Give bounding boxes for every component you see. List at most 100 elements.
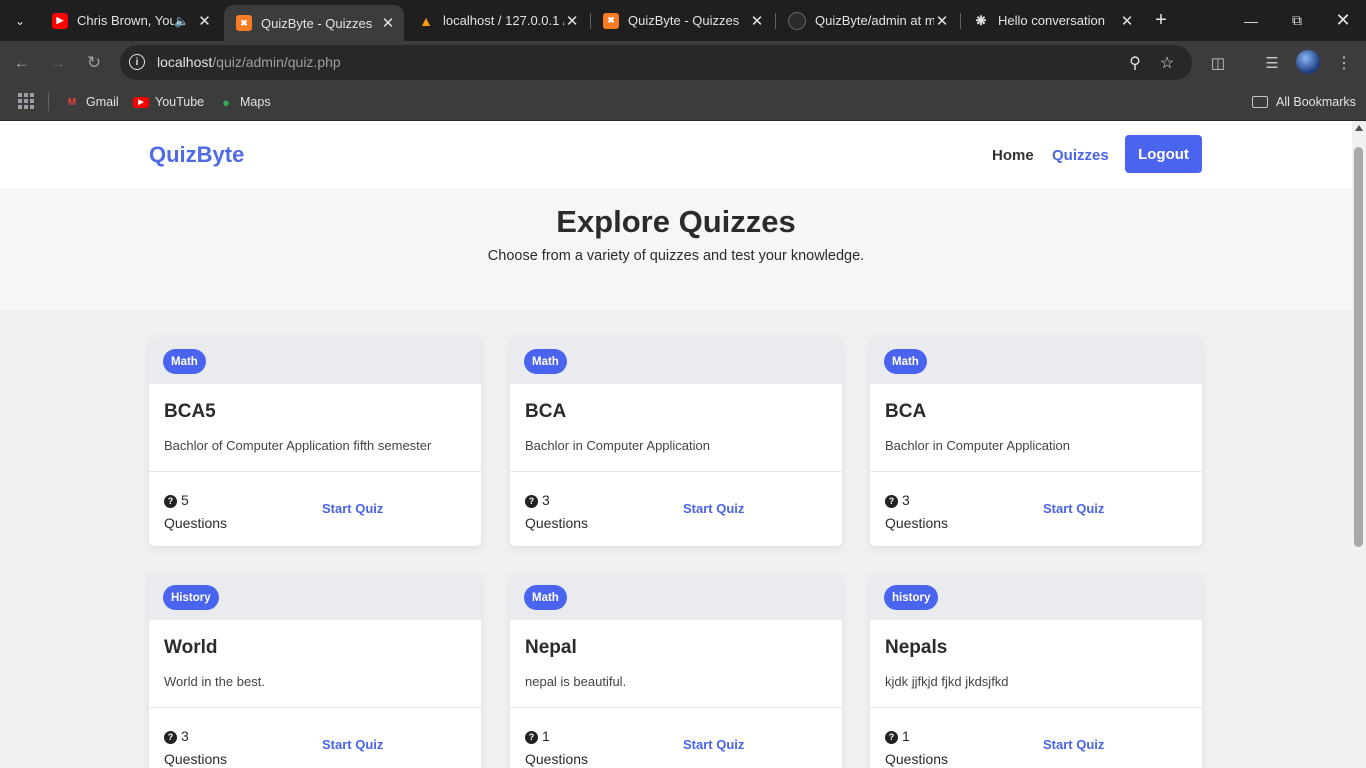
profile-avatar[interactable] [1296, 50, 1320, 74]
extensions-icon[interactable]: ◫ [1206, 51, 1230, 75]
site-info-icon[interactable]: i [129, 54, 145, 70]
openai-icon: ❋ [975, 12, 987, 28]
start-quiz-link[interactable]: Start Quiz [322, 501, 383, 516]
nav-quizzes-link[interactable]: Quizzes [1052, 147, 1109, 164]
back-button[interactable]: ← [10, 51, 34, 75]
question-count: ? 1 Questions [525, 725, 588, 768]
all-bookmarks-button[interactable]: All Bookmarks [1252, 92, 1356, 112]
quiz-description: Bachlor in Computer Application [525, 438, 710, 453]
page-viewport: QuizByte Home Quizzes Logout Explore Qui… [0, 121, 1352, 768]
quiz-description: Bachlor of Computer Application fifth se… [164, 438, 432, 453]
address-bar[interactable]: i localhost/quiz/admin/quiz.php ⚲ ☆ [120, 45, 1192, 80]
zoom-icon[interactable]: ⚲ [1124, 52, 1146, 74]
question-count: ? 3 Questions [525, 489, 588, 535]
questions-label: Questions [525, 515, 589, 531]
question-count: ? 1 Questions [885, 725, 948, 768]
question-count: ? 3 Questions [885, 489, 948, 535]
quiz-card: Math BCA Bachlor in Computer Application… [510, 338, 842, 546]
reload-button[interactable]: ↻ [82, 51, 106, 75]
category-badge: Math [884, 349, 927, 374]
gmail-icon: M [67, 96, 77, 108]
question-count: ? 5 Questions [164, 489, 227, 535]
new-tab-button[interactable]: + [1150, 9, 1172, 31]
nav-home-link[interactable]: Home [992, 147, 1034, 164]
scroll-thumb[interactable] [1354, 147, 1363, 547]
quiz-card: history Nepals kjdk jjfkjd fjkd jkdsjfkd… [870, 574, 1202, 768]
tab-label: QuizByte/admin at m [815, 13, 935, 28]
close-icon[interactable]: ✕ [1119, 12, 1135, 30]
url-host: localhost [157, 54, 213, 70]
quiz-title: BCA [885, 401, 927, 422]
card-header: Math [510, 574, 842, 620]
bookmark-maps[interactable]: ● Maps [218, 92, 271, 112]
minimize-button[interactable]: — [1228, 0, 1274, 41]
all-bookmarks-label: All Bookmarks [1276, 95, 1356, 109]
quiz-title: BCA5 [164, 401, 216, 422]
restore-button[interactable]: ⧉ [1274, 0, 1320, 41]
card-header: History [149, 574, 481, 620]
quiz-title: BCA [525, 401, 567, 422]
bookmark-gmail[interactable]: M Gmail [64, 92, 119, 112]
media-controls-icon[interactable]: ☰ [1260, 51, 1284, 75]
bookmark-label: YouTube [155, 95, 205, 109]
scroll-up-arrow-icon[interactable] [1355, 125, 1363, 131]
start-quiz-link[interactable]: Start Quiz [1043, 501, 1104, 516]
forward-button[interactable]: → [46, 51, 70, 75]
close-icon[interactable]: ✕ [749, 12, 765, 30]
url-text[interactable]: localhost/quiz/admin/quiz.php [157, 54, 341, 70]
close-icon[interactable]: ✕ [197, 12, 212, 30]
close-icon[interactable]: ✕ [564, 12, 580, 30]
tab-phpmyadmin[interactable]: ▲ localhost / 127.0.0.1 / ✕ [406, 4, 588, 37]
start-quiz-link[interactable]: Start Quiz [683, 501, 744, 516]
questions-label: Questions [164, 751, 228, 767]
quiz-description: World in the best. [164, 674, 265, 689]
close-icon[interactable]: ✕ [934, 12, 950, 30]
tab-label: Chris Brown, Your [77, 13, 175, 28]
start-quiz-link[interactable]: Start Quiz [683, 737, 744, 752]
phpmyadmin-icon: ▲ [419, 12, 433, 29]
tab-quizbyte-active[interactable]: ✖ QuizByte - Quizzes ✕ [224, 5, 404, 41]
page-scrollbar[interactable] [1352, 121, 1366, 768]
question-circle-icon: ? [885, 731, 898, 744]
speaker-icon[interactable]: 🔈 [174, 14, 189, 28]
apps-grid-icon[interactable] [18, 93, 34, 109]
questions-label: Questions [885, 515, 949, 531]
tab-label: QuizByte - Quizzes [628, 13, 740, 28]
bookmark-youtube[interactable]: ▶ YouTube [133, 92, 204, 112]
tab-chatgpt[interactable]: ❋ Hello conversation ✕ [961, 4, 1143, 37]
xampp-icon: ✖ [236, 15, 252, 31]
logout-button[interactable]: Logout [1125, 135, 1202, 173]
tab-search-button[interactable]: ⌄ [8, 9, 32, 33]
category-badge: History [163, 585, 219, 610]
close-window-button[interactable]: ✕ [1320, 0, 1366, 41]
bookmark-star-icon[interactable]: ☆ [1156, 52, 1178, 74]
quiz-description: kjdk jjfkjd fjkd jkdsjfkd [885, 674, 1009, 689]
questions-label: Questions [525, 751, 589, 767]
quiz-title: Nepal [525, 637, 577, 658]
category-badge: Math [163, 349, 206, 374]
category-badge: Math [524, 349, 567, 374]
card-divider [149, 707, 481, 708]
tab-github[interactable]: QuizByte/admin at m ✕ [776, 4, 958, 37]
start-quiz-link[interactable]: Start Quiz [322, 737, 383, 752]
question-count-value: 5 [181, 492, 189, 508]
start-quiz-link[interactable]: Start Quiz [1043, 737, 1104, 752]
site-brand[interactable]: QuizByte [149, 142, 244, 168]
close-icon[interactable]: ✕ [380, 14, 396, 32]
browser-toolbar: ← → ↻ i localhost/quiz/admin/quiz.php ⚲ … [0, 41, 1366, 84]
card-divider [510, 707, 842, 708]
tab-strip: ⌄ ▶ Chris Brown, Your 🔈 ✕ ✖ QuizByte - Q… [0, 0, 1366, 41]
tab-label: QuizByte - Quizzes [261, 15, 373, 31]
question-count-value: 3 [542, 492, 550, 508]
tab-youtube[interactable]: ▶ Chris Brown, Your 🔈 ✕ [40, 4, 220, 37]
question-count-value: 3 [902, 492, 910, 508]
category-badge: Math [524, 585, 567, 610]
tab-quizbyte[interactable]: ✖ QuizByte - Quizzes ✕ [591, 4, 773, 37]
bookmarks-bar: M Gmail ▶ YouTube ● Maps All Bookmarks [0, 84, 1366, 121]
github-icon [788, 11, 806, 30]
question-count-value: 3 [181, 728, 189, 744]
questions-label: Questions [164, 515, 228, 531]
xampp-icon: ✖ [603, 12, 619, 29]
more-menu-icon[interactable]: ⋮ [1332, 51, 1356, 75]
quiz-card: Math BCA5 Bachlor of Computer Applicatio… [149, 338, 481, 546]
